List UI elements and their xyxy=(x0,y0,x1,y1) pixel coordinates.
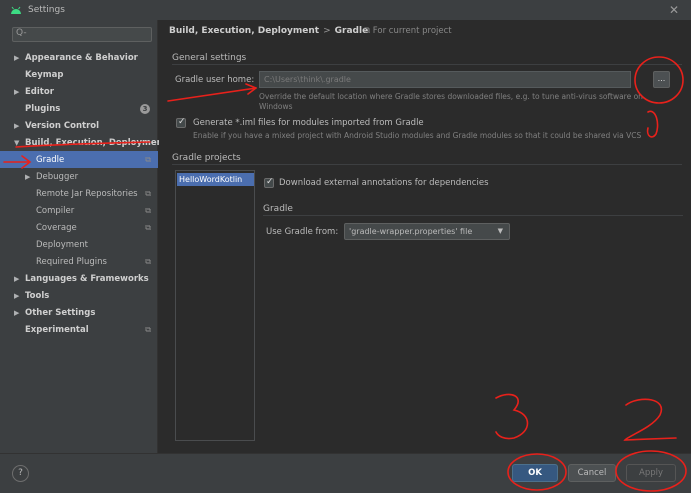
project-scope-icon: ⧉ xyxy=(145,189,151,198)
divider xyxy=(172,164,682,165)
sidebar-item-editor[interactable]: ▶ Editor xyxy=(0,83,158,100)
sidebar-item-debugger[interactable]: ▶ Debugger xyxy=(0,168,158,185)
chevron-right-icon: ▶ xyxy=(14,291,20,300)
chevron-right-icon: ▶ xyxy=(14,53,20,62)
gradle-projects-title: Gradle projects xyxy=(172,153,241,163)
chevron-right-icon: ▶ xyxy=(14,308,20,317)
sidebar-item-coverage[interactable]: Coverage ⧉ xyxy=(0,219,158,236)
browse-button[interactable]: ... xyxy=(653,71,670,88)
gradle-projects-list: HelloWordKotlin xyxy=(175,170,255,441)
sidebar-item-required-plugins[interactable]: Required Plugins ⧉ xyxy=(0,253,158,270)
use-gradle-from-select[interactable]: 'gradle-wrapper.properties' file ▼ xyxy=(344,223,510,240)
download-annotations-label: Download external annotations for depend… xyxy=(279,178,489,188)
title-bar: Settings ✕ xyxy=(0,0,691,20)
chevron-down-icon: ▼ xyxy=(497,227,503,235)
window-title: Settings xyxy=(28,5,65,15)
sidebar-item-languages-frameworks[interactable]: ▶ Languages & Frameworks xyxy=(0,270,158,287)
scope-indicator: ⧉ For current project xyxy=(364,26,452,36)
chevron-right-icon: ▶ xyxy=(14,274,20,283)
help-button[interactable]: ? xyxy=(12,465,29,482)
sidebar-item-deployment[interactable]: Deployment xyxy=(0,236,158,253)
sidebar-item-version-control[interactable]: ▶ Version Control xyxy=(0,117,158,134)
close-icon[interactable]: ✕ xyxy=(669,3,679,17)
divider xyxy=(172,64,682,65)
sidebar-item-gradle[interactable]: Gradle ⧉ xyxy=(0,151,158,168)
search-input[interactable]: Q- xyxy=(12,27,152,42)
project-scope-icon: ⧉ xyxy=(145,257,151,266)
gradle-user-home-field[interactable]: C:\Users\think\.gradle xyxy=(259,71,631,88)
use-gradle-from-label: Use Gradle from: xyxy=(266,227,339,237)
sidebar-item-experimental[interactable]: Experimental ⧉ xyxy=(0,321,158,338)
sidebar-item-other-settings[interactable]: ▶ Other Settings xyxy=(0,304,158,321)
sidebar-item-tools[interactable]: ▶ Tools xyxy=(0,287,158,304)
divider xyxy=(263,215,683,216)
chevron-right-icon: ▶ xyxy=(25,172,31,181)
gradle-section-title: Gradle xyxy=(263,204,293,214)
gradle-user-home-label: Gradle user home: xyxy=(175,75,255,85)
android-studio-icon xyxy=(11,6,21,14)
generate-iml-checkbox[interactable] xyxy=(176,117,186,128)
breadcrumb: Build, Execution, Deployment > Gradle xyxy=(169,26,368,36)
project-scope-icon: ⧉ xyxy=(145,325,151,334)
sidebar-item-remote-jar-repositories[interactable]: Remote Jar Repositories ⧉ xyxy=(0,185,158,202)
chevron-right-icon: ▶ xyxy=(14,121,20,130)
sidebar-item-appearance[interactable]: ▶ Appearance & Behavior xyxy=(0,49,158,66)
settings-content: Build, Execution, Deployment > Gradle ⧉ Fo… xyxy=(159,20,691,453)
chevron-down-icon: ▼ xyxy=(14,138,20,147)
project-scope-icon: ⧉ xyxy=(145,206,151,215)
cancel-button[interactable]: Cancel xyxy=(568,464,616,482)
sidebar-item-keymap[interactable]: Keymap xyxy=(0,66,158,83)
sidebar-item-compiler[interactable]: Compiler ⧉ xyxy=(0,202,158,219)
project-scope-icon: ⧉ xyxy=(364,26,373,36)
download-annotations-checkbox[interactable] xyxy=(264,177,274,188)
project-item[interactable]: HelloWordKotlin xyxy=(177,173,254,186)
general-settings-title: General settings xyxy=(172,53,247,63)
dialog-footer: ? OK Cancel Apply xyxy=(0,453,691,493)
generate-iml-label: Generate *.iml files for modules importe… xyxy=(193,118,424,128)
chevron-right-icon: ▶ xyxy=(14,87,20,96)
sidebar-item-plugins[interactable]: Plugins 3 xyxy=(0,100,158,117)
generate-iml-hint: Enable if you have a mixed project with … xyxy=(193,131,642,140)
breadcrumb-parent[interactable]: Build, Execution, Deployment xyxy=(169,26,319,36)
search-icon: Q- xyxy=(16,28,27,38)
settings-sidebar: Q- ▶ Appearance & Behavior Keymap ▶ Edit… xyxy=(0,20,167,453)
sidebar-item-build-execution-deployment[interactable]: ▼ Build, Execution, Deployment xyxy=(0,134,167,151)
apply-button[interactable]: Apply xyxy=(626,464,676,482)
ok-button[interactable]: OK xyxy=(512,464,558,482)
breadcrumb-separator: > xyxy=(323,26,331,36)
project-scope-icon: ⧉ xyxy=(145,223,151,232)
project-scope-icon: ⧉ xyxy=(145,155,151,164)
plugins-update-badge: 3 xyxy=(140,104,150,114)
gradle-user-home-hint: Override the default location where Grad… xyxy=(259,92,643,111)
